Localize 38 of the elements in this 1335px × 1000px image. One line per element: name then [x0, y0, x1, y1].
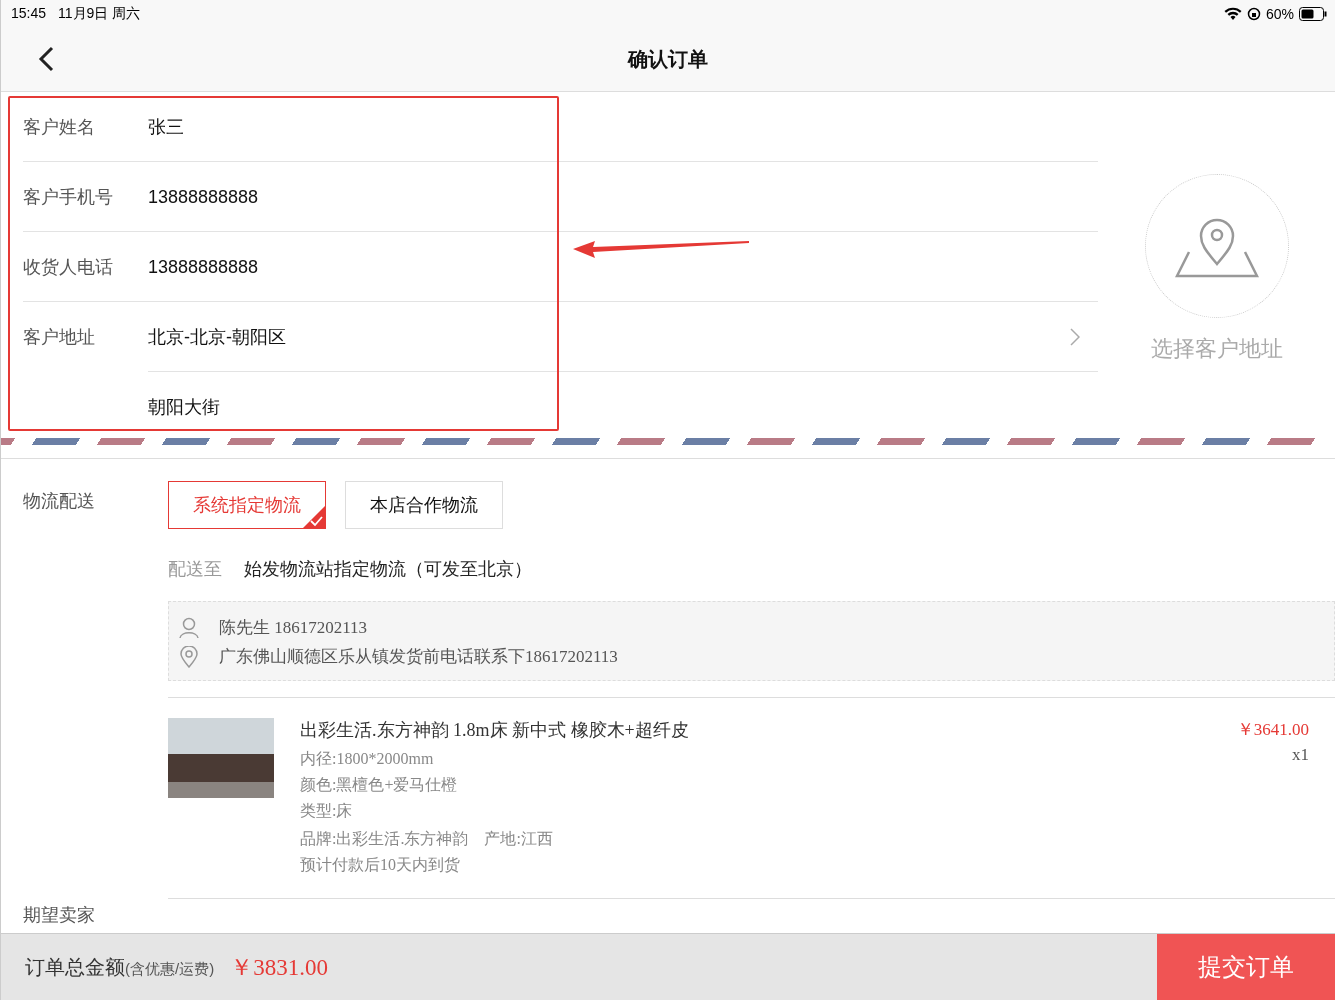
total-amount: ￥3831.00 [230, 953, 328, 982]
page-title: 确认订单 [628, 47, 708, 72]
chevron-right-icon[interactable] [1070, 328, 1080, 346]
product-quantity: x1 [1292, 745, 1309, 765]
battery-percentage: 60% [1265, 6, 1294, 22]
product-attribute: 预计付款后10天内到货 [300, 855, 461, 875]
product-attribute: 品牌:出彩生活.东方神韵 产地:江西 [300, 829, 554, 849]
logistics-option[interactable]: 本店合作物流 [345, 481, 503, 529]
product-title: 出彩生活.东方神韵 1.8m床 新中式 橡胶木+超纤皮 [300, 719, 690, 742]
sender-contact: 陈先生 18617202113 [219, 617, 368, 639]
field-label: 客户地址 [23, 326, 96, 349]
field-value[interactable]: 张三 [148, 115, 1098, 139]
battery-icon [1299, 7, 1327, 21]
product-attribute: 类型:床 [300, 801, 354, 821]
total-label: 订单总金额(含优惠/运费) [25, 954, 215, 980]
wifi-icon [1223, 7, 1242, 21]
person-icon [179, 616, 199, 639]
product-attribute: 颜色:黑檀色+爱马仕橙 [300, 775, 459, 795]
logistics-option[interactable]: 系统指定物流 [168, 481, 326, 529]
field-value[interactable]: 朝阳大街 [148, 395, 1098, 419]
check-corner-icon [303, 506, 325, 528]
product-price: ￥3641.00 [1236, 719, 1309, 741]
ship-to-label: 配送至 [168, 558, 222, 581]
field-label: 客户姓名 [23, 116, 96, 139]
field-value[interactable]: 北京-北京-朝阳区 [148, 325, 1070, 349]
field-value[interactable]: 13888888888 [148, 186, 1098, 208]
status-date: 11月9日 周六 [58, 5, 141, 23]
product-attribute: 内径:1800*2000mm [300, 749, 435, 769]
section-label: 期望卖家 [23, 905, 95, 925]
status-time: 15:45 [11, 5, 47, 23]
section-label: 物流配送 [23, 490, 96, 513]
field-value[interactable]: 13888888888 [148, 256, 1098, 278]
sender-address: 广东佛山顺德区乐从镇发货前电话联系下18617202113 [219, 646, 618, 668]
field-label: 客户手机号 [23, 186, 114, 209]
orientation-lock-icon [1246, 7, 1261, 21]
ship-to-value: 始发物流站指定物流（可发至北京） [244, 558, 532, 581]
field-label: 收货人电话 [23, 256, 114, 279]
location-pin-icon [179, 645, 199, 668]
